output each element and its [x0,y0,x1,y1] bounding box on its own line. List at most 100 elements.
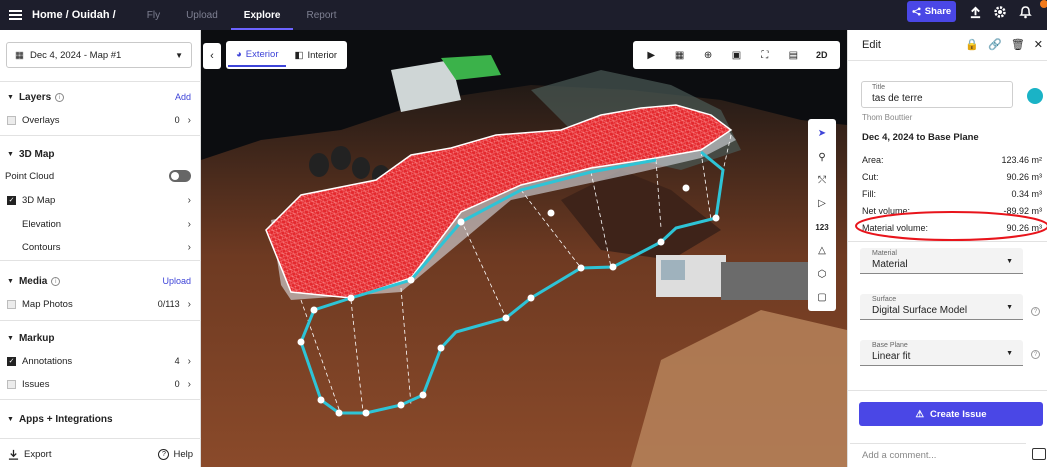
menu-icon[interactable] [0,0,30,30]
info-icon[interactable]: i [51,276,61,286]
overlays-checkbox[interactable] [7,115,16,125]
3d-map-checkbox[interactable]: ✓ [7,195,16,205]
image-attach-icon[interactable] [1032,448,1046,460]
chevron-right-icon: › [187,378,191,390]
help-button[interactable]: ? Help [158,449,193,460]
surface-select[interactable]: Surface Digital Surface Model ▼ [860,294,1023,320]
overlays-row[interactable]: Overlays 0 › [0,111,201,129]
play-icon[interactable]: ▶ [642,50,660,61]
section-3d-map[interactable]: ▼ 3D Map [0,145,201,163]
clapper-icon[interactable]: ▦ [671,50,689,61]
gear-icon[interactable] [991,3,1009,21]
section-apps-integrations[interactable]: ▼ Apps + Integrations [0,410,201,428]
divider [0,135,201,136]
warning-icon: ⚠ [915,408,924,420]
share-button[interactable]: Share [907,1,956,22]
divider [0,81,201,82]
annotations-checkbox[interactable]: ✓ [7,356,16,366]
chevron-down-icon: ▼ [1006,304,1013,311]
elevation-row[interactable]: Elevation › [0,215,201,233]
link-icon[interactable]: 🔗 [988,38,1002,51]
fit-view-icon[interactable]: ⛶ [756,50,774,61]
issues-checkbox[interactable] [7,379,16,389]
comment-input[interactable]: Add a comment... [850,443,1026,467]
measurement-title: Dec 4, 2024 to Base Plane [862,132,979,143]
metric-label: Fill: [862,189,876,199]
add-layer-button[interactable]: Add [175,92,191,102]
section-markup[interactable]: ▼ Markup [0,329,201,347]
chevron-down-icon: ▼ [1006,258,1013,265]
2d-button[interactable]: 2D [813,50,831,60]
breadcrumb[interactable]: Home / Ouidah / [32,9,116,21]
material-select[interactable]: Material Material ▼ [860,248,1023,274]
zoom-in-icon[interactable]: ⊕ [699,50,717,61]
tab-explore[interactable]: Explore [230,0,294,30]
elevation-checkbox[interactable] [7,220,16,229]
help-icon: ? [158,449,170,460]
title-field[interactable]: Title tas de terre [861,81,1013,108]
collapse-left-panel-button[interactable]: ‹ [203,43,221,69]
metric-value: 123.46 m² [1001,155,1042,165]
overlays-label: Overlays [22,114,60,126]
tab-fly[interactable]: Fly [134,0,173,30]
tab-exterior-label: Exterior [245,48,279,60]
3d-viewport[interactable]: ‹ ◕ Exterior ◧ Interior ▶ ▦ ⊕ ▣ ⛶ ▤ 2D ➤… [201,30,847,467]
overlays-count: 0 [174,115,180,125]
map-photos-row[interactable]: Map Photos 0/113 › [0,295,201,313]
create-issue-button[interactable]: ⚠ Create Issue [859,402,1043,426]
pin-icon[interactable]: ⚲ [808,145,836,168]
base-plane-select[interactable]: Base Plane Linear fit ▼ [860,340,1023,366]
3d-map-row[interactable]: ✓ 3D Map › [0,191,201,209]
tab-upload[interactable]: Upload [173,0,231,30]
export-button[interactable]: Export [8,449,51,460]
close-icon[interactable]: ✕ [1034,38,1043,51]
lock-icon[interactable]: 🔒 [965,38,979,51]
help-icon[interactable]: ? [1031,307,1040,316]
bell-icon[interactable] [1016,3,1034,21]
metric-label: Area: [862,155,884,165]
metric-value: 90.26 m³ [1006,172,1042,182]
help-label: Help [173,449,193,460]
3d-scene[interactable] [201,30,847,467]
upload-icon[interactable] [966,3,984,21]
material-select-label: Material [872,250,897,257]
edit-panel-header: Edit 🔒 🔗 🗑 ✕ [848,30,1047,60]
tab-interior[interactable]: ◧ Interior [286,43,345,67]
area-icon[interactable]: ▢ [808,286,836,309]
chevron-right-icon: › [187,355,191,367]
volume-icon[interactable]: △ [808,239,836,262]
upload-media-button[interactable]: Upload [162,276,191,286]
picture-in-picture-icon[interactable]: ▣ [727,50,745,61]
section-title: Apps + Integrations [18,413,113,425]
ruler-icon[interactable]: ⤲ [808,169,836,192]
pointer-icon[interactable]: ➤ [808,122,836,145]
map-photos-label: Map Photos [22,298,73,310]
tab-report[interactable]: Report [293,0,349,30]
contours-row[interactable]: Contours › [0,238,201,256]
help-icon[interactable]: ? [1031,350,1040,359]
hd-icon[interactable]: ▤ [784,50,802,61]
highlight-ellipse [855,211,1047,241]
color-swatch[interactable] [1027,88,1043,104]
issues-row[interactable]: Issues 0 › [0,375,201,393]
section-media[interactable]: ▼ Media i Upload [0,272,201,290]
count-icon[interactable]: 123 [808,216,836,239]
contours-checkbox[interactable] [7,243,16,252]
section-layers[interactable]: ▼ Layers i Add [0,88,201,106]
download-icon [8,449,19,460]
annotations-row[interactable]: ✓ Annotations 4 › [0,352,201,370]
info-icon[interactable]: i [55,92,65,102]
author-label: Thom Bouttier [862,113,913,122]
tab-exterior[interactable]: ◕ Exterior [228,43,287,67]
polyline-icon[interactable]: ▷ [808,192,836,215]
measure-toolbar: ➤ ⚲ ⤲ ▷ 123 △ ⬡ ▢ [808,119,836,311]
map-photos-checkbox[interactable] [7,299,16,309]
cube-icon[interactable]: ⬡ [808,262,836,285]
chevron-down-icon: ▼ [1006,350,1013,357]
section-title: Layers [18,91,52,103]
notification-dot [1040,0,1047,8]
3d-map-label: 3D Map [22,194,56,206]
trash-icon[interactable]: 🗑 [1011,38,1025,51]
point-cloud-toggle[interactable] [169,170,191,182]
map-select[interactable]: ▦ Dec 4, 2024 - Map #1 ▼ [6,42,192,68]
